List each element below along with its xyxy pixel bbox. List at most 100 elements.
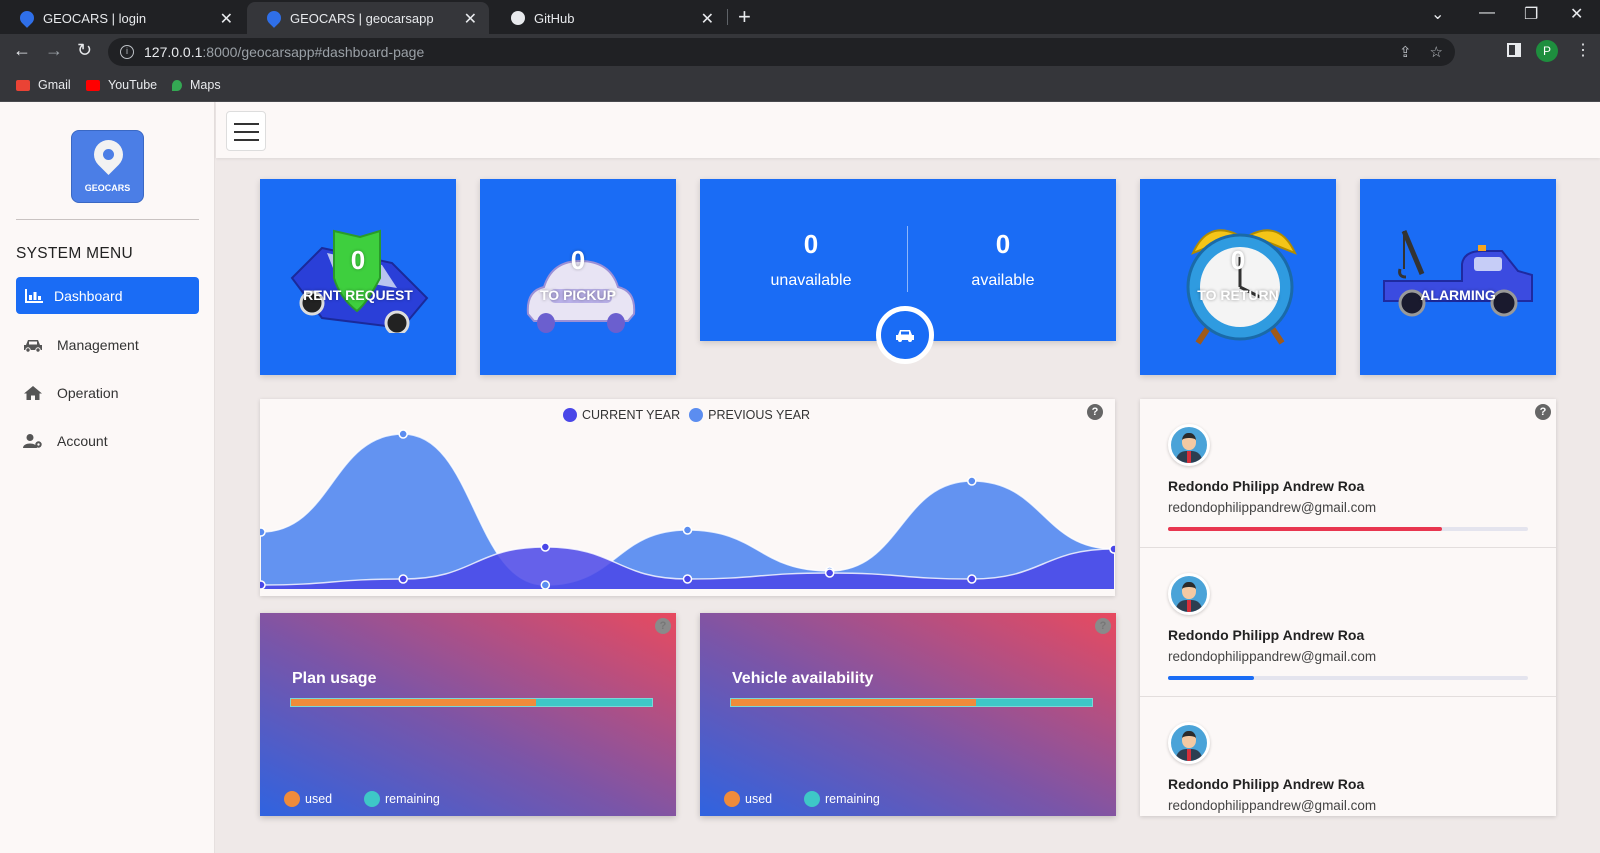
- tab-search-icon[interactable]: ⌄: [1431, 4, 1444, 24]
- avatar: [1168, 573, 1210, 615]
- user-list-item[interactable]: Redondo Philipp Andrew Roa redondophilip…: [1140, 548, 1556, 697]
- yearly-area-chart: CURRENT YEAR PREVIOUS YEAR ?: [260, 399, 1115, 596]
- user-progress-bar: [1168, 676, 1528, 680]
- user-progress-fill: [1168, 527, 1442, 531]
- close-icon[interactable]: ✕: [464, 9, 477, 29]
- maximize-icon[interactable]: ❐: [1524, 4, 1538, 24]
- data-point-current[interactable]: [260, 580, 266, 590]
- bookmark-gmail[interactable]: Gmail: [16, 78, 71, 92]
- vehicle-availability-bar: [730, 698, 1093, 707]
- logo-text: GEOCARS: [84, 183, 131, 193]
- url-path: :8000/geocarsapp#dashboard-page: [202, 44, 425, 60]
- share-icon[interactable]: ⇪: [1399, 43, 1412, 61]
- user-name: Redondo Philipp Andrew Roa: [1168, 627, 1365, 643]
- data-point-current[interactable]: [967, 574, 977, 584]
- sidebar-item-account[interactable]: Account: [16, 422, 199, 459]
- user-list-item[interactable]: Redondo Philipp Andrew Roa redondophilip…: [1140, 399, 1556, 548]
- bookmark-youtube[interactable]: YouTube: [86, 78, 157, 92]
- legend-label: used: [305, 792, 333, 806]
- browser-menu-icon[interactable]: ⋮: [1575, 40, 1591, 60]
- bookmark-label: YouTube: [108, 78, 158, 92]
- minimize-icon[interactable]: —: [1479, 4, 1495, 22]
- vehicle-availability-card: ? Vehicle availability used remaining: [700, 613, 1116, 816]
- forward-icon[interactable]: →: [45, 40, 63, 61]
- top-bar: [216, 102, 1600, 158]
- legend-swatch-remaining: [364, 791, 380, 807]
- back-icon[interactable]: ←: [13, 40, 31, 61]
- tow-truck-icon: [1383, 230, 1533, 317]
- hamburger-line: [234, 139, 259, 141]
- tab-github[interactable]: GitHub ✕: [491, 2, 726, 34]
- to-return-count: 0: [1230, 245, 1246, 275]
- data-point-previous[interactable]: [967, 476, 977, 486]
- menu-toggle-button[interactable]: [226, 111, 266, 151]
- bookmark-label: Gmail: [38, 78, 71, 92]
- to-return-card[interactable]: 0 TO RETURN: [1140, 179, 1336, 375]
- legend-label: remaining: [825, 792, 880, 806]
- help-icon[interactable]: ?: [655, 618, 671, 634]
- data-point-current[interactable]: [824, 568, 835, 578]
- to-pickup-count: 0: [570, 245, 586, 275]
- bookmarks-bar: Gmail YouTube Maps: [0, 70, 1600, 102]
- divider: [16, 219, 199, 220]
- help-icon[interactable]: ?: [1095, 618, 1111, 634]
- tab-login[interactable]: GEOCARS | login ✕: [0, 2, 245, 34]
- data-point-previous[interactable]: [260, 527, 266, 537]
- new-tab-icon[interactable]: +: [738, 4, 751, 30]
- data-point-current[interactable]: [398, 574, 408, 584]
- geocars-logo[interactable]: GEOCARS: [71, 130, 144, 203]
- alarming-card[interactable]: 0 ALARMING: [1360, 179, 1556, 375]
- map-pin-icon: [87, 133, 130, 176]
- rent-request-label: RENT REQUEST: [303, 287, 413, 303]
- home-icon: [24, 385, 42, 400]
- availability-card[interactable]: 0 unavailable 0 available: [700, 179, 1116, 364]
- user-progress-fill: [1168, 676, 1255, 680]
- vehicle-availability-title: Vehicle availability: [732, 670, 874, 687]
- site-info-icon[interactable]: i: [120, 45, 134, 59]
- user-name: Redondo Philipp Andrew Roa: [1168, 776, 1365, 792]
- sidebar-item-dashboard[interactable]: Dashboard: [16, 277, 199, 314]
- data-point-current[interactable]: [540, 542, 551, 552]
- profile-avatar[interactable]: P: [1536, 40, 1558, 62]
- data-point-previous[interactable]: [398, 429, 408, 439]
- tab-geocarsapp[interactable]: GEOCARS | geocarsapp ✕: [247, 2, 489, 34]
- user-list-item[interactable]: Redondo Philipp Andrew Roa redondophilip…: [1140, 697, 1556, 816]
- sidebar-item-label: Management: [57, 336, 139, 353]
- plan-usage-card: ? Plan usage used remaining: [260, 613, 676, 816]
- legend-swatch-remaining: [804, 791, 820, 807]
- to-pickup-card[interactable]: 0 TO PICKUP: [480, 179, 676, 375]
- bookmark-maps[interactable]: Maps: [172, 78, 221, 92]
- side-panel-icon[interactable]: [1507, 43, 1521, 57]
- user-name: Redondo Philipp Andrew Roa: [1168, 478, 1365, 494]
- data-point-previous[interactable]: [540, 580, 551, 590]
- sidebar-item-label: Dashboard: [54, 287, 123, 304]
- unavailable-label: unavailable: [770, 272, 852, 289]
- tab-title: GitHub: [534, 10, 575, 26]
- reload-icon[interactable]: ↻: [77, 40, 92, 61]
- data-point-previous[interactable]: [682, 525, 693, 535]
- bar-chart-icon: [25, 288, 43, 303]
- legend-label: used: [745, 792, 773, 806]
- bookmark-star-icon[interactable]: ☆: [1430, 43, 1443, 61]
- sidebar-item-management[interactable]: Management: [16, 326, 199, 363]
- github-icon: [511, 11, 525, 25]
- address-bar[interactable]: i 127.0.0.1:8000/geocarsapp#dashboard-pa…: [108, 38, 1455, 66]
- window-close-icon[interactable]: ✕: [1570, 4, 1583, 24]
- users-panel: ? Redondo Philipp Andrew Roa redondophil…: [1140, 399, 1556, 816]
- menu-title: SYSTEM MENU: [16, 245, 133, 262]
- close-icon[interactable]: ✕: [701, 9, 714, 29]
- geocars-favicon-icon: [264, 8, 284, 28]
- avatar: [1168, 722, 1210, 764]
- to-pickup-label: TO PICKUP: [540, 287, 616, 303]
- gmail-icon: [16, 79, 30, 91]
- sidebar-item-operation[interactable]: Operation: [16, 374, 199, 411]
- sidebar-item-label: Operation: [57, 384, 119, 401]
- avatar: [1168, 424, 1210, 466]
- close-icon[interactable]: ✕: [220, 9, 233, 29]
- user-email: redondophilippandrew@gmail.com: [1168, 649, 1377, 664]
- data-point-current[interactable]: [682, 574, 693, 584]
- rent-request-card[interactable]: 0 RENT REQUEST: [260, 179, 456, 375]
- data-point-current[interactable]: [1109, 544, 1115, 554]
- youtube-icon: [86, 79, 100, 91]
- bookmark-label: Maps: [190, 78, 221, 92]
